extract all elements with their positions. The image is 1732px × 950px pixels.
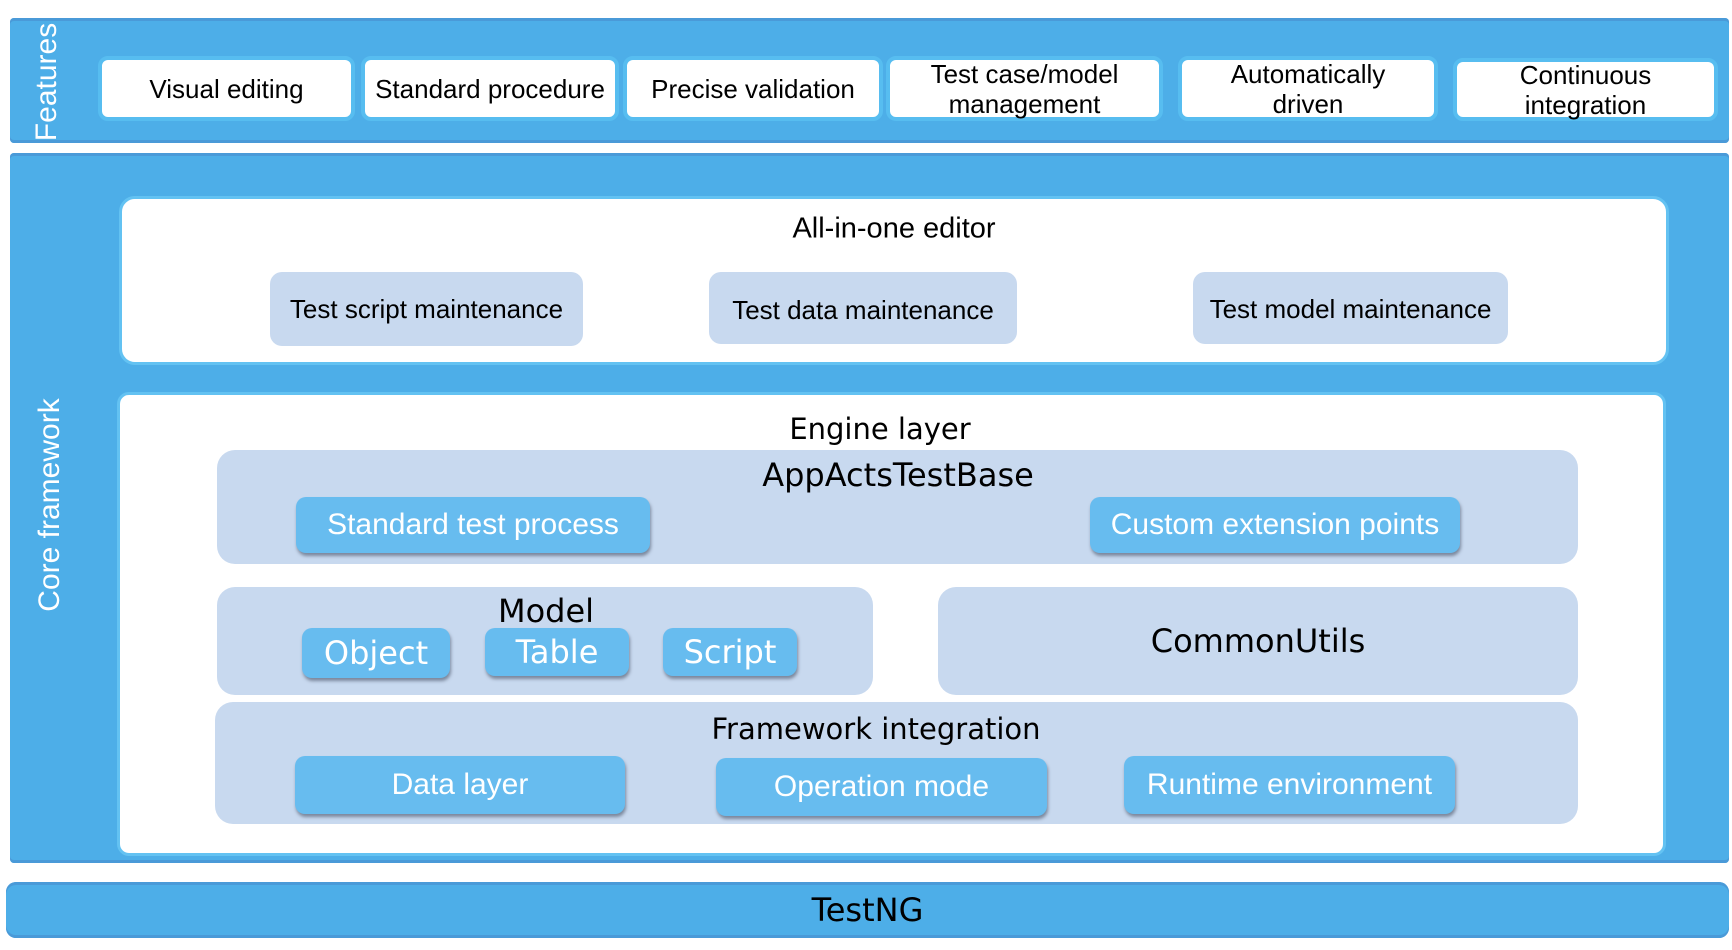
- editor-title: All-in-one editor: [792, 212, 996, 245]
- testng-bar: TestNG: [6, 882, 1729, 938]
- test-script-maintenance: Test script maintenance: [270, 272, 583, 346]
- feature-visual-editing: Visual editing: [98, 56, 355, 121]
- features-label: Features: [30, 22, 63, 142]
- feature-automatically-driven: Automatically driven: [1178, 56, 1438, 121]
- feature-precise-validation: Precise validation: [623, 56, 883, 121]
- standard-test-process: Standard test process: [296, 497, 650, 553]
- custom-extension-points: Custom extension points: [1090, 497, 1460, 553]
- test-model-maintenance: Test model maintenance: [1193, 272, 1508, 344]
- operation-mode: Operation mode: [716, 758, 1047, 816]
- engine-layer-title: Engine layer: [789, 412, 971, 446]
- common-utils-box: CommonUtils: [938, 587, 1578, 695]
- feature-standard-procedure: Standard procedure: [361, 56, 619, 121]
- runtime-environment: Runtime environment: [1124, 756, 1455, 814]
- feature-continuous-integration: Continuous integration: [1453, 58, 1718, 121]
- data-layer: Data layer: [295, 756, 625, 814]
- test-data-maintenance: Test data maintenance: [709, 272, 1017, 344]
- testng-label: TestNG: [811, 891, 924, 929]
- model-object: Object: [302, 628, 450, 678]
- appacts-testbase-title: AppActsTestBase: [762, 456, 1034, 494]
- model-title: Model: [497, 592, 595, 630]
- core-framework-label: Core framework: [33, 398, 66, 612]
- model-script: Script: [663, 628, 797, 676]
- feature-test-case-model-management: Test case/model management: [886, 56, 1163, 121]
- model-table: Table: [485, 628, 629, 676]
- framework-integration-title: Framework integration: [711, 712, 1041, 746]
